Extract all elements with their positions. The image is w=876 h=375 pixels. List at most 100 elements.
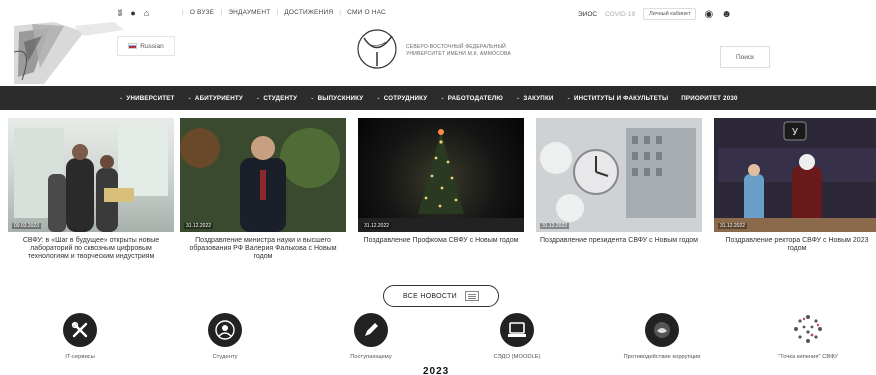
site-header: Russian СЕВЕРО-ВОСТОЧНЫЙ ФЕДЕРАЛЬНЫЙ УНИ…: [0, 22, 876, 84]
news-card[interactable]: У 31.12.2022 Поздравление ректора СВФУ с…: [714, 118, 876, 253]
all-news-button[interactable]: ВСЕ НОВОСТИ: [383, 285, 499, 307]
service-student[interactable]: Студенту: [165, 313, 285, 360]
nav-graduate[interactable]: ⌄ ВЫПУСКНИКУ: [310, 95, 363, 102]
news-date: 31.12.2022: [184, 223, 214, 229]
top-links: | О ВУЗЕ | ЭНДАУМЕНТ | ДОСТИЖЕНИЯ | СМИ …: [182, 9, 386, 16]
chevron-down-icon: ⌄: [187, 95, 192, 101]
service-label: IT-сервисы: [65, 354, 95, 360]
nav-institutes[interactable]: ⌄ ИНСТИТУТЫ И ФАКУЛЬТЕТЫ: [567, 95, 669, 102]
news-photo[interactable]: 31.12.2022: [180, 118, 346, 232]
nav-label: ИНСТИТУТЫ И ФАКУЛЬТЕТЫ: [573, 94, 669, 102]
service-it[interactable]: IT-сервисы: [20, 313, 140, 360]
news-carousel: 09.03.2023 СВФУ: в «Шаг в будущее» откры…: [0, 118, 876, 278]
user-icon[interactable]: ☻: [721, 9, 732, 20]
language-switcher[interactable]: Russian: [117, 36, 175, 56]
ok-icon[interactable]: ●: [130, 8, 135, 18]
news-photo-scene: [14, 126, 168, 232]
top-link-endowment[interactable]: ЭНДАУМЕНТ: [228, 9, 270, 16]
service-label: СЭДО (MOODLE): [493, 354, 541, 360]
news-card[interactable]: 31.12.2022 Поздравление Профкома СВФУ с …: [358, 118, 524, 245]
nav-student[interactable]: ⌄ СТУДЕНТУ: [256, 95, 297, 102]
top-right-tools: ЭИОС COVID-19 Личный кабинет ◉ ☻: [578, 8, 732, 20]
top-link-achievements[interactable]: ДОСТИЖЕНИЯ: [284, 9, 333, 16]
news-photo-scene: У: [714, 118, 876, 232]
service-label: Студенту: [212, 354, 238, 360]
personal-cabinet-button[interactable]: Личный кабинет: [643, 8, 697, 20]
nav-applicant[interactable]: ⌄ АБИТУРИЕНТУ: [188, 95, 243, 102]
chevron-down-icon: ⌄: [255, 95, 261, 101]
all-news-label: ВСЕ НОВОСТИ: [403, 292, 457, 300]
svg-text:У: У: [792, 127, 798, 138]
laptop-icon: [500, 313, 534, 347]
nav-label: СТУДЕНТУ: [263, 94, 298, 102]
news-date: 31.12.2022: [718, 223, 748, 229]
year-heading: 2023: [423, 366, 450, 375]
nav-label: ЗАКУПКИ: [523, 94, 554, 102]
university-name-line1: СЕВЕРО-ВОСТОЧНЫЙ ФЕДЕРАЛЬНЫЙ: [406, 44, 506, 50]
vk-icon[interactable]: ʬ: [118, 8, 122, 18]
news-photo[interactable]: 09.03.2023: [8, 118, 174, 232]
nav-procurement[interactable]: ⌄ ЗАКУПКИ: [516, 95, 554, 102]
news-photo[interactable]: У 31.12.2022: [714, 118, 876, 232]
covid-link[interactable]: COVID-19: [605, 11, 635, 18]
news-card[interactable]: 31.12.2022 Поздравление президента СВФУ …: [536, 118, 702, 245]
service-label: "Точка кипения" СВФУ: [778, 354, 838, 360]
chevron-down-icon: ⌄: [376, 95, 381, 101]
eios-link[interactable]: ЭИОС: [578, 11, 597, 18]
newspaper-icon: [464, 291, 479, 301]
news-card[interactable]: 09.03.2023 СВФУ: в «Шаг в будущее» откры…: [8, 118, 174, 261]
chevron-down-icon: ⌄: [440, 95, 445, 101]
nav-university[interactable]: ⌄ УНИВЕРСИТЕТ: [119, 95, 175, 102]
news-card[interactable]: 31.12.2022 Поздравление министра науки и…: [180, 118, 346, 261]
news-photo-scene: [180, 118, 346, 232]
nav-label: УНИВЕРСИТЕТ: [126, 94, 175, 102]
service-label: Поступающему: [350, 354, 392, 360]
chevron-down-icon: ⌄: [515, 95, 521, 101]
university-name: СЕВЕРО-ВОСТОЧНЫЙ ФЕДЕРАЛЬНЫЙ УНИВЕРСИТЕТ…: [406, 44, 511, 58]
nav-label: ПРИОРИТЕТ 2030: [681, 94, 738, 102]
chevron-down-icon: ⌄: [310, 95, 315, 101]
news-caption[interactable]: Поздравление Профкома СВФУ с Новым годом: [358, 237, 524, 245]
nav-label: АБИТУРИЕНТУ: [194, 94, 243, 102]
news-caption[interactable]: Поздравление президента СВФУ с Новым год…: [536, 237, 702, 245]
top-link-about[interactable]: О ВУЗЕ: [190, 9, 214, 16]
news-date: 31.12.2022: [362, 223, 392, 229]
news-date: 31.12.2022: [540, 223, 570, 229]
chevron-down-icon: ⌄: [566, 95, 571, 101]
service-tochka-kipeniya[interactable]: "Точка кипения" СВФУ: [748, 313, 868, 360]
service-moodle[interactable]: СЭДО (MOODLE): [457, 313, 577, 360]
top-link-media[interactable]: СМИ О НАС: [347, 9, 386, 16]
nav-employer[interactable]: ⌄ РАБОТОДАТЕЛЮ: [440, 95, 503, 102]
pencil-icon: [354, 313, 388, 347]
news-photo[interactable]: 31.12.2022: [536, 118, 702, 232]
main-nav: ⌄ УНИВЕРСИТЕТ ⌄ АБИТУРИЕНТУ ⌄ СТУДЕНТУ ⌄ ВЫП…: [0, 86, 876, 110]
russian-flag-icon: [128, 43, 138, 49]
search-button[interactable]: Поиск: [720, 46, 770, 68]
language-label: Russian: [140, 42, 164, 50]
service-label: Противодействие коррупции: [623, 354, 701, 360]
nav-label: РАБОТОДАТЕЛЮ: [447, 94, 503, 102]
news-caption[interactable]: СВФУ: в «Шаг в будущее» открыты новые ла…: [8, 237, 174, 261]
nav-label: ВЫПУСКНИКУ: [317, 94, 364, 102]
nav-employee[interactable]: ⌄ СОТРУДНИКУ: [376, 95, 427, 102]
news-photo-scene: [536, 118, 702, 232]
tools-icon: [63, 313, 97, 347]
nav-label: СОТРУДНИКУ: [383, 94, 428, 102]
dots-icon: [794, 315, 822, 343]
service-anticorruption[interactable]: Противодействие коррупции: [602, 313, 722, 360]
chevron-down-icon: ⌄: [119, 95, 124, 101]
news-caption[interactable]: Поздравление ректора СВФУ с Новым 2023 г…: [714, 237, 876, 253]
social-icons: ʬ ● ⌂: [118, 8, 149, 18]
news-caption[interactable]: Поздравление министра науки и высшего об…: [180, 237, 346, 261]
news-photo-scene: [358, 129, 524, 232]
nav-priority-2030[interactable]: ПРИОРИТЕТ 2030: [681, 95, 737, 102]
university-name-line2: УНИВЕРСИТЕТ ИМЕНИ М.К. АММОСОВА: [406, 51, 511, 57]
eye-icon[interactable]: ◉: [704, 9, 713, 20]
news-photo[interactable]: 31.12.2022: [358, 118, 524, 232]
university-logo[interactable]: [356, 28, 398, 70]
news-date: 09.03.2023: [12, 223, 42, 229]
telegram-icon[interactable]: ⌂: [144, 8, 149, 18]
anti-corruption-icon: [645, 313, 679, 347]
service-applicant[interactable]: Поступающему: [311, 313, 431, 360]
student-icon: [208, 313, 242, 347]
